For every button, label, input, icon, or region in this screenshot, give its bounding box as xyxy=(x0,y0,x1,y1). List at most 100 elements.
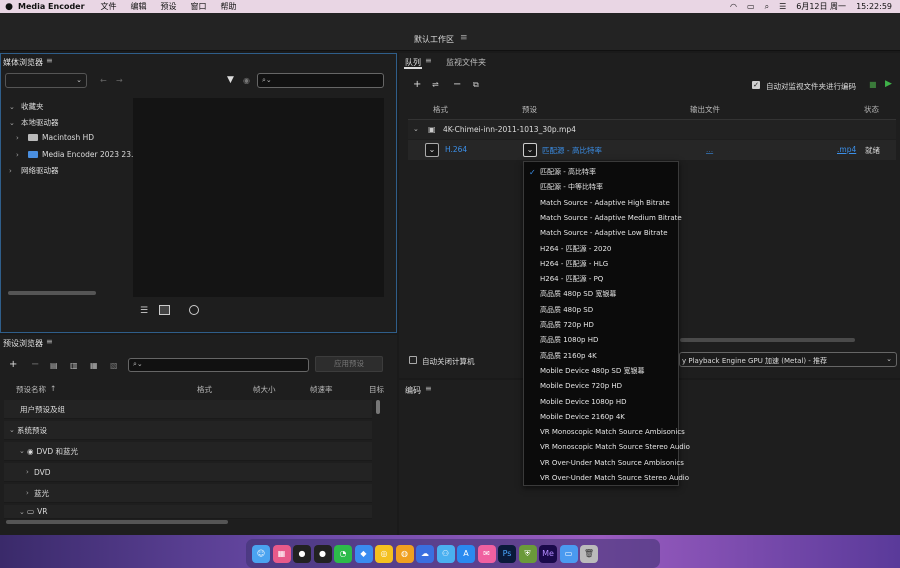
auto-encode-checkbox[interactable]: ✓ xyxy=(752,81,760,89)
preset-row-user-presets[interactable]: 用户预设及组 xyxy=(4,400,372,419)
preset-option[interactable]: 高品质 2160p 4K xyxy=(524,349,678,364)
remove-preset-icon[interactable]: − xyxy=(31,359,39,370)
vertical-scrollbar[interactable] xyxy=(376,400,380,414)
back-arrow-icon[interactable]: ← xyxy=(100,76,107,85)
icon-view-icon[interactable] xyxy=(159,305,170,315)
messages-icon[interactable]: ✉ xyxy=(477,544,496,563)
preset-row-system-presets[interactable]: ⌄ 系统预设 xyxy=(4,421,372,440)
qq-icon[interactable]: ● xyxy=(313,544,332,563)
tab-watch-folders[interactable]: 监视文件夹 xyxy=(446,57,486,68)
list-view-icon[interactable]: ☰ xyxy=(140,306,148,316)
settings-icon[interactable]: ▥ xyxy=(70,361,78,370)
duplicate-icon[interactable]: ⧉ xyxy=(473,80,479,90)
finder-icon[interactable]: ☺ xyxy=(252,544,270,563)
preset-option[interactable]: 高品质 480p SD xyxy=(524,303,678,318)
eye-icon[interactable]: ◉ xyxy=(243,76,250,85)
downloads-folder-icon[interactable]: ▭ xyxy=(559,544,578,563)
cloud-icon[interactable]: ☁ xyxy=(416,544,434,563)
preset-row-dvd[interactable]: › DVD xyxy=(4,463,372,482)
media-search-input[interactable]: ⌕⌄ xyxy=(257,73,384,88)
forward-arrow-icon[interactable]: → xyxy=(116,76,123,85)
queue-source-row[interactable]: ⌄ ▣ 4K-Chimei-inn-2011-1013_30p.mp4 xyxy=(408,119,896,139)
network-icon[interactable]: ⚇ xyxy=(436,544,455,563)
menu-window[interactable]: 窗口 xyxy=(191,1,207,12)
encode-title[interactable]: 编码 xyxy=(405,385,421,396)
panel-menu-icon[interactable]: ≡ xyxy=(46,56,53,65)
menu-help[interactable]: 帮助 xyxy=(221,1,237,12)
column-status[interactable]: 状态 xyxy=(864,104,879,115)
security-shield-icon[interactable]: ⛨ xyxy=(518,544,537,563)
wifi-icon[interactable]: ◠ xyxy=(730,2,737,11)
preset-option[interactable]: VR Over-Under Match Source Ambisonics xyxy=(524,456,684,471)
workspace-menu-icon[interactable]: ≡ xyxy=(460,33,468,43)
preset-option[interactable]: H264 - 匹配源 - 2020 xyxy=(524,242,678,257)
shutdown-checkbox[interactable] xyxy=(409,356,417,364)
photoshop-icon[interactable]: Ps xyxy=(498,544,516,563)
column-preset[interactable]: 预设 xyxy=(522,104,537,115)
column-format[interactable]: 格式 xyxy=(433,104,448,115)
new-group-icon[interactable]: ▤ xyxy=(50,361,58,370)
filter-icon[interactable]: ▼ xyxy=(227,75,234,85)
menu-file[interactable]: 文件 xyxy=(101,1,117,12)
preset-option[interactable]: Mobile Device 720p HD xyxy=(524,379,678,394)
apply-preset-button[interactable]: 应用预设 xyxy=(315,356,383,372)
app-store-icon[interactable]: A xyxy=(457,544,475,563)
panel-menu-icon[interactable]: ≡ xyxy=(425,384,432,393)
format-dropdown[interactable]: ⌄ xyxy=(425,143,439,157)
date-label[interactable]: 6月12日 周一 xyxy=(796,1,846,12)
zoom-slider-handle-icon[interactable] xyxy=(189,305,199,315)
qq-icon[interactable]: ● xyxy=(293,544,311,563)
workspace-title[interactable]: 默认工作区 xyxy=(414,34,454,45)
preset-option[interactable]: Mobile Device 480p SD 宽银幕 xyxy=(524,364,678,379)
menu-edit[interactable]: 编辑 xyxy=(131,1,147,12)
preset-option[interactable]: Mobile Device 2160p 4K xyxy=(524,410,678,425)
queue-output-row[interactable]: ⌄ H.264 ⌄ 匹配源 - 高比特率 ... .mp4 就绪 xyxy=(408,140,896,160)
panel-menu-icon[interactable]: ≡ xyxy=(46,337,53,346)
chevron-down-icon[interactable]: ⌄ xyxy=(413,125,419,133)
app-name-menu[interactable]: Media Encoder xyxy=(18,2,85,11)
preset-row-vr[interactable]: ⌄ ▭ VR xyxy=(4,505,372,519)
tree-favorites[interactable]: ⌄ 收藏夹 xyxy=(9,101,44,112)
apple-icon[interactable]: ● xyxy=(0,2,18,12)
preset-browser-title[interactable]: 预设浏览器 xyxy=(3,338,43,349)
preset-option[interactable]: 高品质 480p SD 宽银幕 xyxy=(524,287,678,302)
wechat-icon[interactable]: ◔ xyxy=(334,544,352,563)
preset-option[interactable]: 匹配源 - 中等比特率 xyxy=(524,180,678,195)
column-target[interactable]: 目标 xyxy=(369,384,384,395)
media-browser-title[interactable]: 媒体浏览器 xyxy=(3,57,43,68)
tree-media-encoder-volume[interactable]: › Media Encoder 2023 23.4 By xyxy=(16,150,150,159)
feishu-icon[interactable]: ◆ xyxy=(354,544,373,563)
preset-option[interactable]: 高品质 720p HD xyxy=(524,318,678,333)
remove-item-icon[interactable]: − xyxy=(453,79,461,90)
start-queue-icon[interactable]: ▶ xyxy=(885,79,892,89)
preset-option[interactable]: VR Over-Under Match Source Stereo Audio xyxy=(524,471,689,486)
sort-up-icon[interactable]: ↑ xyxy=(50,384,56,393)
trash-icon[interactable]: 🗑 xyxy=(580,544,598,563)
export-icon[interactable]: ▧ xyxy=(110,361,118,370)
preset-option[interactable]: VR Monoscopic Match Source Ambisonics xyxy=(524,425,685,440)
horizontal-scrollbar[interactable] xyxy=(8,291,96,295)
tree-macintosh-hd[interactable]: › Macintosh HD xyxy=(16,133,94,142)
preset-option[interactable]: H264 - 匹配源 - PQ xyxy=(524,272,678,287)
import-icon[interactable]: ▦ xyxy=(90,361,98,370)
preset-row-bluray[interactable]: › 蓝光 xyxy=(4,484,372,503)
tree-network-drives[interactable]: › 网络驱动器 xyxy=(9,165,59,176)
preset-search-input[interactable]: ⌕⌄ xyxy=(128,358,309,372)
media-preview-area[interactable] xyxy=(133,98,384,297)
column-output-file[interactable]: 输出文件 xyxy=(690,104,720,115)
chrome-icon[interactable]: ◎ xyxy=(375,544,393,563)
column-format[interactable]: 格式 xyxy=(197,384,212,395)
horizontal-scrollbar[interactable] xyxy=(6,520,228,524)
panel-menu-icon[interactable]: ≡ xyxy=(425,56,432,65)
column-frame-size[interactable]: 帧大小 xyxy=(253,384,276,395)
menu-preset[interactable]: 预设 xyxy=(161,1,177,12)
preset-option[interactable]: Match Source - Adaptive Medium Bitrate xyxy=(524,211,682,226)
column-frame-rate[interactable]: 帧速率 xyxy=(310,384,333,395)
time-label[interactable]: 15:22:59 xyxy=(856,2,892,11)
control-center-icon[interactable]: ☰ xyxy=(779,2,786,11)
launchpad-icon[interactable]: ▦ xyxy=(272,544,291,563)
preset-link[interactable]: 匹配源 - 高比特率 xyxy=(542,145,602,156)
renderer-dropdown[interactable]: y Playback Engine GPU 加速 (Metal) - 推荐 ⌄ xyxy=(679,352,897,367)
column-preset-name[interactable]: 预设名称 xyxy=(16,384,46,395)
stop-icon[interactable]: ■ xyxy=(869,80,877,89)
